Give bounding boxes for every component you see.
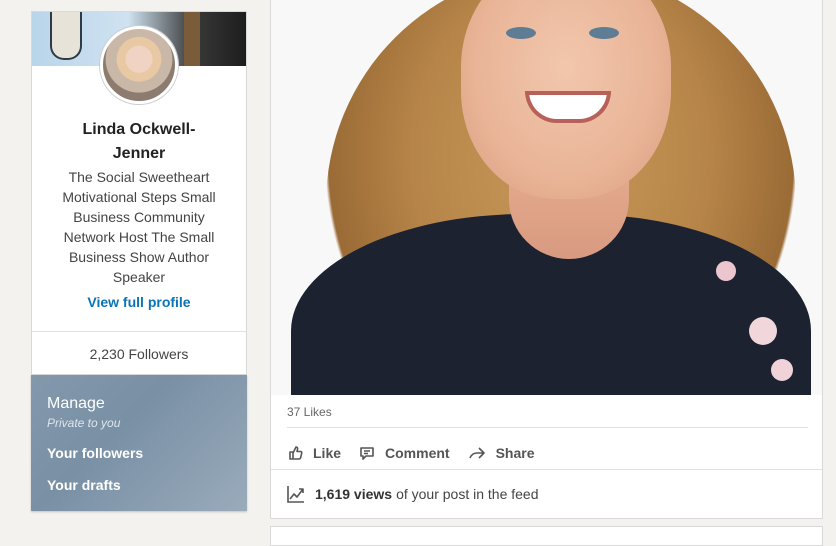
your-followers-link[interactable]: Your followers [47, 445, 143, 461]
manage-panel: Manage Private to you Your followers You… [31, 375, 247, 511]
post-actions-bar: Like Comment Share [287, 441, 553, 465]
manage-title: Manage [47, 395, 105, 412]
share-label: Share [495, 445, 535, 461]
views-count: 1,619 views [315, 486, 393, 502]
profile-card: Linda Ockwell-Jenner The Social Sweethea… [31, 11, 247, 375]
avatar[interactable] [100, 26, 178, 104]
your-drafts-link[interactable]: Your drafts [47, 477, 121, 493]
photo-eye [506, 27, 536, 39]
thumbs-up-icon [289, 446, 303, 460]
profile-headline: The Social Sweetheart Motivational Steps… [62, 169, 216, 285]
manage-subtitle: Private to you [47, 416, 121, 430]
followers-count: 2,230 Followers [89, 346, 189, 362]
share-button[interactable]: Share [468, 445, 535, 461]
comment-button[interactable]: Comment [359, 445, 450, 461]
like-label: Like [313, 445, 342, 461]
analytics-chart-icon [287, 486, 304, 503]
comment-label: Comment [385, 445, 450, 461]
photo-flower-pattern [771, 359, 793, 381]
photo-flower-pattern [749, 317, 777, 345]
like-button[interactable]: Like [287, 445, 341, 461]
photo-flower-pattern [716, 261, 736, 281]
divider [32, 331, 246, 332]
comment-icon [360, 447, 374, 460]
next-post-card [270, 526, 823, 546]
post-views-summary[interactable]: 1,619 views of your post in the feed [287, 485, 539, 503]
profile-name[interactable]: Linda Ockwell-Jenner [32, 118, 246, 166]
views-text: of your post in the feed [396, 486, 539, 502]
share-arrow-icon [468, 447, 485, 459]
divider [271, 469, 822, 470]
post-card: 37 Likes Like Comment Share 1,619 views … [270, 0, 823, 519]
cover-decoration [184, 12, 200, 66]
photo-eye [589, 27, 619, 39]
likes-count[interactable]: 37 Likes [287, 405, 332, 419]
view-full-profile-link[interactable]: View full profile [32, 294, 246, 310]
divider [287, 427, 808, 428]
post-image[interactable] [271, 0, 822, 395]
cover-decoration [50, 12, 82, 60]
